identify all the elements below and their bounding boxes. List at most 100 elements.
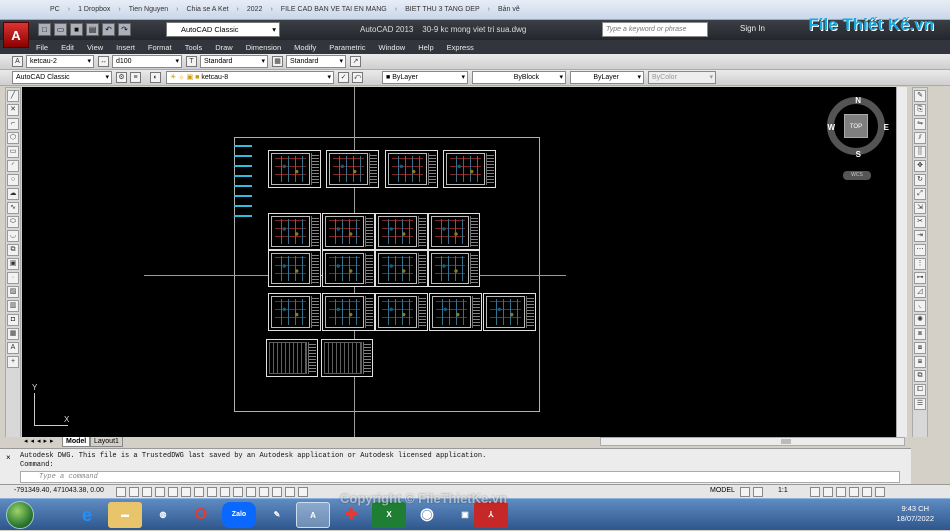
drawing-sheet[interactable]	[375, 293, 428, 331]
drawing-sheet[interactable]	[322, 213, 375, 250]
sign-in-button[interactable]: Sign In	[740, 24, 765, 33]
otrack-icon[interactable]	[207, 487, 217, 497]
crumb-drawings[interactable]: Bản vẽ	[496, 6, 522, 13]
ortho-mode-icon[interactable]	[155, 487, 165, 497]
redo-icon[interactable]: ↷	[118, 23, 131, 36]
insert-block-icon[interactable]: ⧉	[7, 244, 19, 256]
drawing-sheet[interactable]	[266, 339, 318, 377]
quick-view-drawings-icon[interactable]	[753, 487, 763, 497]
tab-layout1[interactable]: Layout1	[90, 437, 123, 447]
mtext-icon[interactable]: A	[7, 342, 19, 354]
hatch-icon[interactable]: ▨	[7, 286, 19, 298]
drawing-sheet[interactable]	[429, 293, 482, 331]
menu-view[interactable]: View	[87, 43, 103, 52]
print-icon[interactable]: ▤	[86, 23, 99, 36]
scroll-thumb[interactable]	[781, 439, 791, 444]
drawing-sheet[interactable]	[428, 250, 480, 287]
crumb-year[interactable]: 2022	[245, 6, 265, 13]
layer-previous-icon[interactable]: ⤺	[352, 72, 363, 83]
infer-constraints-icon[interactable]	[116, 487, 126, 497]
crumb-project[interactable]: BIET THU 3 TANG DEP	[403, 6, 482, 13]
menu-insert[interactable]: Insert	[116, 43, 135, 52]
viewcube-top-face[interactable]: TOP	[844, 114, 868, 138]
stretch-icon[interactable]: ⇲	[914, 202, 926, 214]
properties-icon[interactable]: ☰	[914, 398, 926, 410]
drawing-sheet[interactable]	[322, 293, 375, 331]
drawing-sheet[interactable]	[326, 150, 379, 188]
crumb-pc[interactable]: PC	[48, 6, 62, 13]
workspace-select[interactable]: AutoCAD Classic	[166, 22, 280, 37]
drawing-sheet[interactable]	[268, 293, 321, 331]
drawing-sheet[interactable]	[443, 150, 496, 188]
new-file-icon[interactable]: □	[38, 23, 51, 36]
add-selected-icon[interactable]: +	[7, 356, 19, 368]
gradient-icon[interactable]: ▥	[7, 300, 19, 312]
autocad-taskbar-icon[interactable]: A	[296, 502, 330, 528]
make-current-icon[interactable]: ✓	[338, 72, 349, 83]
drawing-sheet[interactable]	[375, 250, 428, 287]
copy-icon[interactable]: ⎘	[914, 104, 926, 116]
menu-format[interactable]: Format	[148, 43, 172, 52]
menu-window[interactable]: Window	[379, 43, 406, 52]
rectangle-icon[interactable]: ▭	[7, 146, 19, 158]
help-search-input[interactable]: Type a keyword or phrase	[602, 22, 708, 37]
snap-mode-icon[interactable]	[129, 487, 139, 497]
drawing-sheet[interactable]	[322, 250, 375, 287]
drawing-sheet[interactable]	[321, 339, 373, 377]
start-button[interactable]	[6, 501, 34, 529]
arc-icon[interactable]: ◜	[7, 160, 19, 172]
break-icon[interactable]: ⋮	[914, 258, 926, 270]
revision-cloud-icon[interactable]: ☁	[7, 188, 19, 200]
isolate-objects-icon[interactable]	[849, 487, 859, 497]
menu-help[interactable]: Help	[418, 43, 433, 52]
dimstyle-combo[interactable]: d100	[112, 55, 182, 68]
layer-properties-icon[interactable]: ≡	[130, 72, 141, 83]
text-front-icon[interactable]: ⧉	[914, 370, 926, 382]
circle-icon[interactable]: ○	[7, 174, 19, 186]
offset-icon[interactable]: ⫽	[914, 132, 926, 144]
line-icon[interactable]: ╱	[7, 90, 19, 102]
polyline-icon[interactable]: ⌐	[7, 118, 19, 130]
quick-properties-icon[interactable]	[272, 487, 282, 497]
chamfer-icon[interactable]: ◿	[914, 286, 926, 298]
pen-tool-icon[interactable]: ✎	[260, 502, 294, 528]
menu-express[interactable]: Express	[447, 43, 474, 52]
menu-modify[interactable]: Modify	[294, 43, 316, 52]
tab-nav-arrows-icon[interactable]: ◂◂◂▸▸	[24, 437, 57, 445]
drawing-sheet[interactable]	[268, 250, 321, 287]
color-combo[interactable]: ■ ByLayer	[382, 71, 468, 84]
crumb-dropbox[interactable]: 1 Dropbox	[76, 6, 112, 13]
layer-icon[interactable]: A	[12, 56, 23, 67]
crumb-user[interactable]: Tien Nguyen	[127, 6, 170, 13]
current-layer-combo[interactable]: ☀ ☼ ▣ ■ ketcau-8	[166, 71, 334, 84]
transparency-icon[interactable]	[259, 487, 269, 497]
scale-icon[interactable]: ⤢	[914, 188, 926, 200]
draw-order-icon[interactable]: ⧈	[914, 328, 926, 340]
dynamic-input-icon[interactable]	[233, 487, 243, 497]
bring-front-icon[interactable]: ⧇	[914, 342, 926, 354]
internet-explorer-icon[interactable]: e	[70, 502, 104, 528]
drawing-sheet[interactable]	[268, 213, 321, 250]
layer-combo[interactable]: ketcau-2	[26, 55, 94, 68]
clean-screen-icon[interactable]	[875, 487, 885, 497]
workspace-switching-icon[interactable]	[823, 487, 833, 497]
opera-icon[interactable]: O	[184, 502, 218, 528]
vertical-scrollbar[interactable]	[896, 87, 907, 437]
menu-file[interactable]: File	[36, 43, 48, 52]
trim-icon[interactable]: ✂	[914, 216, 926, 228]
break-point-icon[interactable]: ⋯	[914, 244, 926, 256]
join-icon[interactable]: ⊶	[914, 272, 926, 284]
viewcube[interactable]: TOP	[827, 97, 885, 155]
model-space-canvas[interactable]: TOP N S E W WCS Y X	[22, 87, 907, 437]
workspace-settings-icon[interactable]: ⚙	[116, 72, 127, 83]
drawing-sheet[interactable]	[375, 213, 428, 250]
textstyle-combo[interactable]: Standard	[200, 55, 268, 68]
object-snap-icon[interactable]	[181, 487, 191, 497]
crumb-folder[interactable]: FILE CAD BAN VE TAI EN MANG	[279, 6, 389, 13]
menu-dimension[interactable]: Dimension	[246, 43, 281, 52]
mirror-icon[interactable]: ⇋	[914, 118, 926, 130]
lock-ui-icon[interactable]	[836, 487, 846, 497]
crumb-share[interactable]: Chia se A Ket	[185, 6, 231, 13]
hardware-acceleration-icon[interactable]	[862, 487, 872, 497]
point-icon[interactable]: ·	[7, 272, 19, 284]
